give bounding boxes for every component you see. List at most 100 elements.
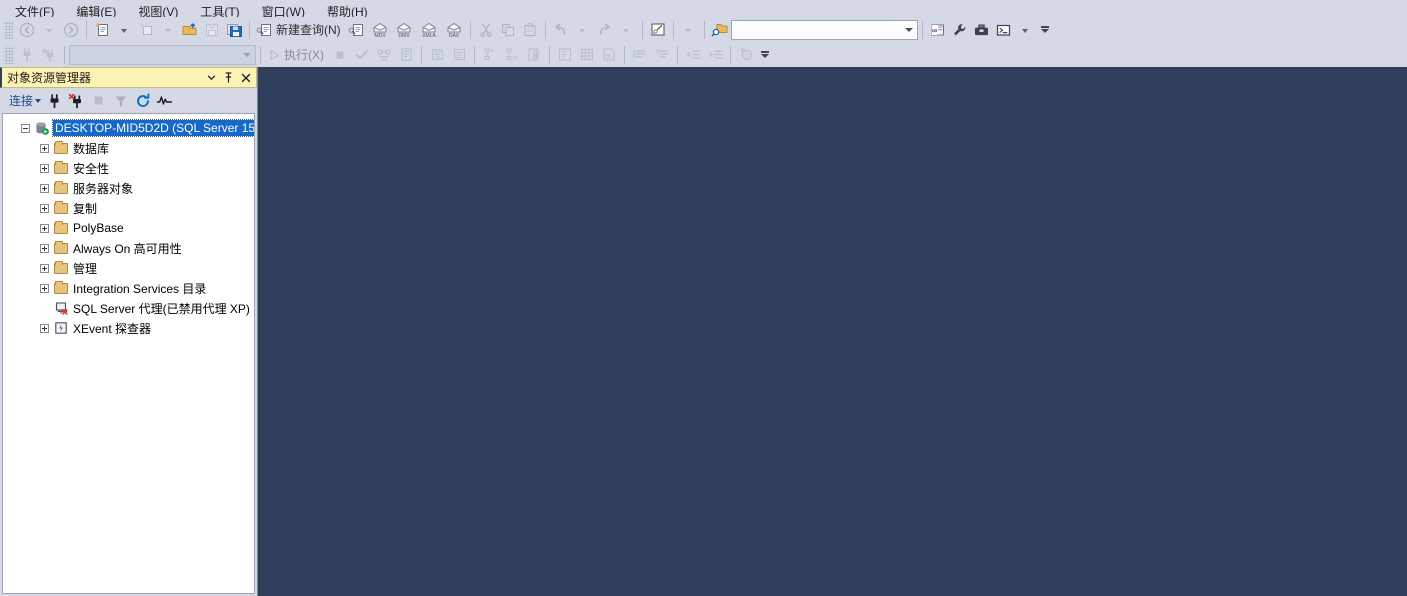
toolbar-grip[interactable] — [4, 45, 13, 64]
query-options-button[interactable] — [395, 44, 417, 66]
expander-plus[interactable] — [36, 218, 52, 238]
cut-button[interactable] — [475, 19, 497, 41]
stop-button[interactable] — [329, 44, 351, 66]
connect-button[interactable] — [16, 44, 38, 66]
quick-launch-combo[interactable] — [730, 19, 918, 40]
toolbar-overflow-button[interactable] — [1039, 26, 1051, 33]
tree-node-sql-server-agent[interactable]: SQL Server 代理(已禁用代理 XP) — [3, 298, 254, 318]
redo-dropdown[interactable] — [616, 19, 638, 41]
tree-node-server[interactable]: DESKTOP-MID5D2D (SQL Server 15 — [3, 118, 254, 138]
menu-view[interactable]: 视图(V) — [127, 2, 189, 17]
expander-plus[interactable] — [36, 258, 52, 278]
new-query-button[interactable]: 新建查询(N) — [254, 19, 346, 41]
filter-button[interactable] — [110, 90, 131, 111]
tree-node-management[interactable]: 管理 — [3, 258, 254, 278]
save-all-button[interactable] — [223, 19, 245, 41]
registered-servers-button[interactable] — [647, 19, 669, 41]
copy-button[interactable] — [497, 19, 519, 41]
new-item-button[interactable] — [91, 19, 113, 41]
registered-servers-dropdown[interactable] — [678, 19, 700, 41]
tree-node-replication[interactable]: 复制 — [3, 198, 254, 218]
stop-button[interactable] — [88, 90, 109, 111]
expander-plus[interactable] — [36, 238, 52, 258]
uncomment-lines-button[interactable] — [651, 44, 673, 66]
options-button[interactable] — [949, 19, 971, 41]
toolbar-grip[interactable] — [4, 20, 13, 39]
navigate-back-button[interactable] — [16, 19, 38, 41]
expander-plus[interactable] — [36, 318, 52, 338]
tree-node-polybase[interactable]: PolyBase — [3, 218, 254, 238]
options-wrench-icon — [951, 22, 968, 38]
comment-lines-button[interactable] — [629, 44, 651, 66]
include-live-plan-button[interactable] — [448, 44, 470, 66]
decrease-indent-button[interactable] — [682, 44, 704, 66]
expander-plus[interactable] — [36, 138, 52, 158]
command-prompt-dropdown[interactable] — [1015, 19, 1037, 41]
results-to-text-button[interactable] — [554, 44, 576, 66]
menu-tools[interactable]: 工具(T) — [189, 2, 250, 17]
undo-button[interactable] — [550, 19, 572, 41]
parse-button[interactable] — [351, 44, 373, 66]
folder-icon — [52, 259, 70, 277]
xmla-query-button[interactable]: XMLA — [416, 19, 442, 41]
redo-button[interactable] — [594, 19, 616, 41]
expander-plus[interactable] — [36, 178, 52, 198]
navigate-back-dropdown[interactable] — [38, 19, 60, 41]
new-project-dropdown[interactable] — [157, 19, 179, 41]
tree-node-label: 复制 — [73, 201, 98, 216]
spatial-results-button[interactable] — [501, 44, 523, 66]
include-actual-plan-button[interactable] — [426, 44, 448, 66]
increase-indent-button[interactable] — [704, 44, 726, 66]
tree-node-security[interactable]: 安全性 — [3, 158, 254, 178]
undo-dropdown[interactable] — [572, 19, 594, 41]
navigate-forward-button[interactable] — [60, 19, 82, 41]
window-menu-button[interactable] — [203, 69, 220, 86]
paste-button[interactable] — [519, 19, 541, 41]
undo-icon — [552, 22, 569, 38]
expander-plus[interactable] — [36, 158, 52, 178]
mdx-query-button[interactable]: MDX — [368, 19, 392, 41]
disconnect-plug-button[interactable] — [66, 90, 87, 111]
database-engine-query-button[interactable] — [346, 19, 368, 41]
connect-dropdown-button[interactable]: 连接 — [8, 91, 43, 111]
toolbox-button[interactable] — [971, 19, 993, 41]
tree-node-xevent-profiler[interactable]: XEvent 探查器 — [3, 318, 254, 338]
pin-button[interactable] — [220, 69, 237, 86]
menu-edit[interactable]: 编辑(E) — [65, 2, 127, 17]
dmx-query-button[interactable]: DMX — [392, 19, 416, 41]
menu-window[interactable]: 窗口(W) — [251, 2, 316, 17]
display-estimated-plan-button[interactable] — [373, 44, 395, 66]
connect-plug-button[interactable] — [44, 90, 65, 111]
tree-node-always-on[interactable]: Always On 高可用性 — [3, 238, 254, 258]
toolbar-overflow-button-2[interactable] — [759, 51, 771, 58]
expander-plus[interactable] — [36, 198, 52, 218]
menu-help[interactable]: 帮助(H) — [316, 2, 379, 17]
open-file-button[interactable] — [179, 19, 201, 41]
close-button[interactable] — [237, 69, 254, 86]
object-explorer-titlebar[interactable]: 对象资源管理器 — [0, 67, 257, 88]
tree-node-databases[interactable]: 数据库 — [3, 138, 254, 158]
new-item-dropdown[interactable] — [113, 19, 135, 41]
menu-file[interactable]: 文件(F) — [4, 2, 65, 17]
new-project-button[interactable] — [135, 19, 157, 41]
tree-node-integration-services[interactable]: Integration Services 目录 — [3, 278, 254, 298]
vs-solution-button[interactable]: ∞ — [927, 19, 949, 41]
disconnect-button[interactable] — [38, 44, 60, 66]
dax-query-button[interactable]: DAX — [442, 19, 466, 41]
results-to-file-button[interactable] — [598, 44, 620, 66]
save-button[interactable] — [201, 19, 223, 41]
expander-minus[interactable] — [17, 118, 33, 138]
expander-plus[interactable] — [36, 278, 52, 298]
tree-node-server-objects[interactable]: 服务器对象 — [3, 178, 254, 198]
command-prompt-button[interactable] — [993, 19, 1015, 41]
query-history-button[interactable] — [523, 44, 545, 66]
include-client-statistics-button[interactable] — [479, 44, 501, 66]
available-databases-combo[interactable] — [69, 44, 256, 65]
refresh-button[interactable] — [132, 90, 153, 111]
find-in-files-button[interactable] — [709, 19, 731, 41]
execute-button[interactable]: 执行(X) — [265, 44, 329, 66]
specify-values-button[interactable]: @ — [735, 44, 757, 66]
results-to-grid-button[interactable] — [576, 44, 598, 66]
activity-monitor-button[interactable] — [154, 90, 175, 111]
object-explorer-tree[interactable]: DESKTOP-MID5D2D (SQL Server 15 数据库 安全性 服… — [2, 113, 255, 594]
